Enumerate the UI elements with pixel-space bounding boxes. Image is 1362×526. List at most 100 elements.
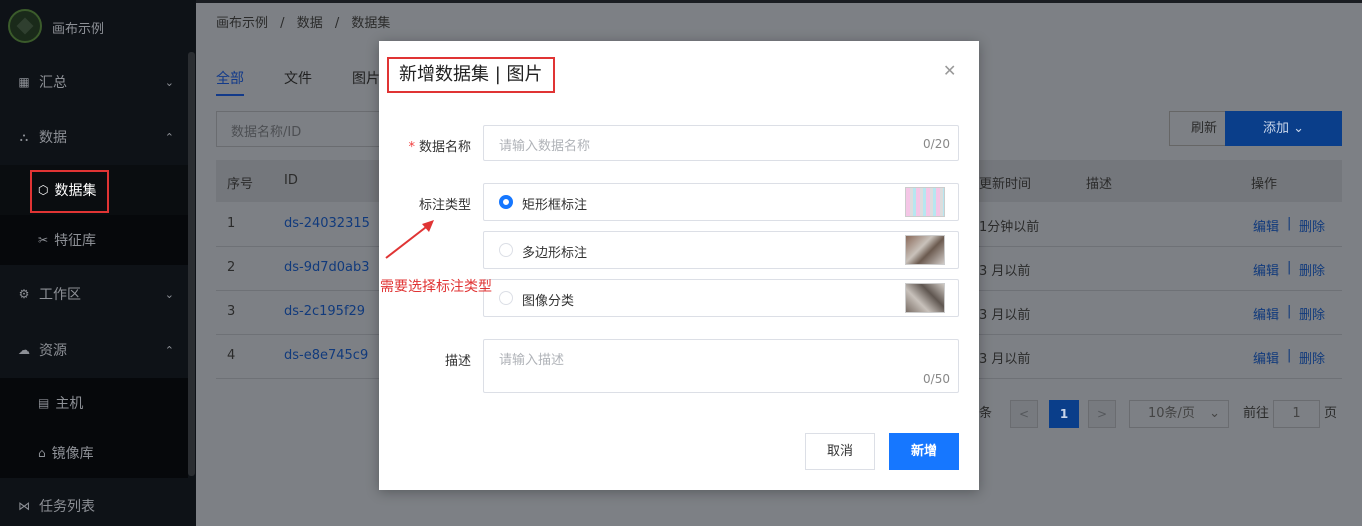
- col-ops: 操作: [1251, 177, 1278, 192]
- pagination-total: 条: [979, 406, 993, 421]
- desc-textarea[interactable]: 请输入描述 0/50: [483, 339, 959, 393]
- page-1-button[interactable]: 1: [1049, 400, 1079, 428]
- radio-unselected[interactable]: [499, 243, 513, 257]
- option-rect[interactable]: 矩形框标注: [483, 183, 959, 221]
- rect-thumbnail: [905, 187, 945, 217]
- submit-button[interactable]: 新增: [889, 433, 959, 470]
- chevron-up-icon: ⌃: [164, 343, 174, 357]
- edit-link[interactable]: 编辑: [1253, 216, 1279, 235]
- prev-page-button[interactable]: <: [1010, 400, 1038, 428]
- search-input[interactable]: 数据名称/ID: [216, 111, 386, 147]
- row-id-link[interactable]: ds-2c195f29: [284, 304, 365, 319]
- goto-label: 前往: [1243, 406, 1270, 421]
- desc-label: 描述: [444, 354, 471, 369]
- annotation-arrow-icon: [385, 220, 434, 259]
- desc-placeholder: 请输入描述: [499, 353, 565, 368]
- tab-images[interactable]: 图片: [352, 68, 380, 88]
- share-icon: ⋈: [18, 499, 30, 513]
- col-no: 序号: [227, 177, 254, 192]
- name-input[interactable]: 请输入数据名称 0/20: [483, 125, 959, 161]
- breadcrumb-separator: /: [280, 16, 285, 31]
- delete-link[interactable]: 删除: [1299, 304, 1325, 323]
- row-id-link[interactable]: ds-24032315: [284, 216, 370, 231]
- add-button[interactable]: 添加 ⌄: [1225, 111, 1342, 146]
- option-label: 图像分类: [522, 294, 575, 309]
- page-size-value: 10条/页: [1148, 406, 1195, 421]
- goto-input[interactable]: 1: [1273, 400, 1320, 428]
- edit-link[interactable]: 编辑: [1253, 348, 1279, 367]
- tab-underline: [216, 94, 244, 96]
- separator: |: [1287, 216, 1292, 231]
- annotation-note: 需要选择标注类型: [380, 279, 492, 295]
- tab-all[interactable]: 全部: [216, 68, 244, 88]
- radio-unselected[interactable]: [499, 291, 513, 305]
- name-placeholder: 请输入数据名称: [499, 139, 591, 154]
- sidebar-item-resources[interactable]: ☁ 资源 ⌃: [0, 325, 188, 375]
- sidebar-item-host[interactable]: ▤ 主机: [0, 378, 188, 428]
- chevron-down-icon: ⌄: [164, 287, 174, 301]
- row-id-link[interactable]: ds-e8e745c9: [284, 348, 368, 363]
- polygon-thumbnail: [905, 235, 945, 265]
- option-polygon[interactable]: 多边形标注: [483, 231, 959, 269]
- breadcrumb-item: 数据集: [351, 16, 391, 31]
- cancel-button[interactable]: 取消: [805, 433, 875, 470]
- delete-link[interactable]: 删除: [1299, 216, 1325, 235]
- row-updated: 3 月以前: [979, 264, 1031, 279]
- sidebar: 画布示例 ▦ 汇总 ⌄ ⛬ 数据 ⌃ ⬡ 数据集 ✂ 特征库 ⚙ 工作区 ⌄ ☁…: [0, 0, 196, 526]
- sidebar-item-dataset[interactable]: ⬡ 数据集: [0, 165, 188, 215]
- name-label-text: 数据名称: [418, 140, 471, 155]
- edit-link[interactable]: 编辑: [1253, 304, 1279, 323]
- sidebar-scrollbar[interactable]: [188, 52, 195, 476]
- option-classify[interactable]: 图像分类: [483, 279, 959, 317]
- breadcrumb-item[interactable]: 画布示例: [216, 16, 268, 31]
- page-size-select[interactable]: 10条/页 ⌄: [1129, 400, 1229, 428]
- classify-thumbnail: [905, 283, 945, 313]
- new-dataset-dialog: 新增数据集 | 图片 ✕ * 数据名称 请输入数据名称 0/20 标注类型 矩形框…: [379, 41, 979, 490]
- close-icon[interactable]: ✕: [943, 61, 956, 80]
- chevron-up-icon: ⌃: [164, 130, 174, 144]
- separator: |: [1287, 348, 1292, 363]
- option-label: 多边形标注: [522, 246, 588, 261]
- next-page-button[interactable]: >: [1088, 400, 1116, 428]
- row-id-link[interactable]: ds-9d7d0ab3: [284, 260, 370, 275]
- sidebar-item-label: 工作区: [39, 287, 81, 303]
- server-icon: ▤: [38, 396, 50, 410]
- sidebar-item-images[interactable]: ⌂ 镜像库: [0, 428, 188, 478]
- row-no: 1: [227, 216, 236, 231]
- tab-files[interactable]: 文件: [284, 68, 312, 88]
- sidebar-item-tasks[interactable]: ⋈ 任务列表: [0, 481, 188, 526]
- sidebar-item-summary[interactable]: ▦ 汇总 ⌄: [0, 57, 188, 107]
- chevron-down-icon: ⌄: [1293, 121, 1305, 136]
- type-label: 标注类型: [418, 198, 471, 213]
- delete-link[interactable]: 删除: [1299, 260, 1325, 279]
- radio-selected[interactable]: [499, 195, 513, 209]
- separator: |: [1287, 260, 1292, 275]
- row-no: 3: [227, 304, 236, 319]
- gear-icon: ⚙: [18, 287, 30, 301]
- sidebar-item-label: 资源: [39, 343, 67, 359]
- sidebar-item-data[interactable]: ⛬ 数据 ⌃: [0, 112, 188, 162]
- cloud-icon: ☁: [18, 343, 30, 357]
- logo-icon: [8, 9, 42, 43]
- sidebar-item-label: 数据: [39, 130, 67, 146]
- sidebar-item-workspace[interactable]: ⚙ 工作区 ⌄: [0, 269, 188, 319]
- name-counter: 0/20: [923, 137, 950, 151]
- row-updated: 3 月以前: [979, 308, 1031, 323]
- row-updated: 1分钟以前: [979, 220, 1040, 235]
- breadcrumb-separator: /: [334, 16, 340, 31]
- row-updated: 3 月以前: [979, 352, 1031, 367]
- sidebar-item-label: 汇总: [39, 75, 67, 91]
- warehouse-icon: ⌂: [38, 446, 46, 460]
- row-no: 2: [227, 260, 236, 275]
- option-label: 矩形框标注: [522, 198, 588, 213]
- breadcrumb-item[interactable]: 数据: [297, 16, 323, 31]
- edit-link[interactable]: 编辑: [1253, 260, 1279, 279]
- sidebar-item-features[interactable]: ✂ 特征库: [0, 215, 188, 265]
- page-suffix: 页: [1324, 406, 1338, 421]
- delete-link[interactable]: 删除: [1299, 348, 1325, 367]
- sidebar-item-label: 任务列表: [39, 499, 95, 515]
- add-label: 添加: [1262, 121, 1289, 136]
- breadcrumb: 画布示例 / 数据 / 数据集: [216, 12, 398, 31]
- scissors-icon: ✂: [38, 233, 49, 247]
- sidebar-item-label: 特征库: [54, 233, 97, 249]
